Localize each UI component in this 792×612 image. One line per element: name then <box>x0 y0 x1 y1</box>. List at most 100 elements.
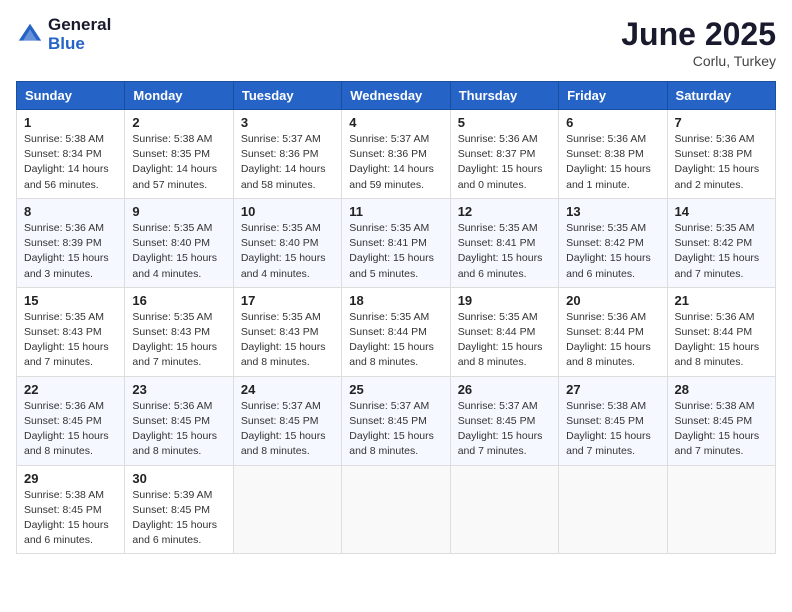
calendar-cell: 28 Sunrise: 5:38 AM Sunset: 8:45 PM Dayl… <box>667 376 775 465</box>
month-title: June 2025 <box>621 16 776 53</box>
sunrise-label: Sunrise: 5:37 AM <box>349 133 429 145</box>
day-info: Sunrise: 5:35 AM Sunset: 8:41 PM Dayligh… <box>458 221 551 282</box>
day-info: Sunrise: 5:36 AM Sunset: 8:44 PM Dayligh… <box>566 310 659 371</box>
sunrise-label: Sunrise: 5:39 AM <box>132 489 212 501</box>
daylight-label: Daylight: 15 hours and 7 minutes. <box>675 252 760 279</box>
calendar-cell: 22 Sunrise: 5:36 AM Sunset: 8:45 PM Dayl… <box>17 376 125 465</box>
calendar-cell: 7 Sunrise: 5:36 AM Sunset: 8:38 PM Dayli… <box>667 110 775 199</box>
weekday-header: Tuesday <box>233 82 341 110</box>
calendar-cell: 3 Sunrise: 5:37 AM Sunset: 8:36 PM Dayli… <box>233 110 341 199</box>
calendar-header: SundayMondayTuesdayWednesdayThursdayFrid… <box>17 82 776 110</box>
daylight-label: Daylight: 15 hours and 8 minutes. <box>349 341 434 368</box>
calendar-cell: 15 Sunrise: 5:35 AM Sunset: 8:43 PM Dayl… <box>17 287 125 376</box>
day-number: 19 <box>458 293 551 308</box>
sunrise-label: Sunrise: 5:35 AM <box>675 222 755 234</box>
sunset-label: Sunset: 8:34 PM <box>24 148 102 160</box>
weekday-header: Sunday <box>17 82 125 110</box>
day-number: 9 <box>132 204 225 219</box>
calendar-cell: 29 Sunrise: 5:38 AM Sunset: 8:45 PM Dayl… <box>17 465 125 554</box>
calendar-body: 1 Sunrise: 5:38 AM Sunset: 8:34 PM Dayli… <box>17 110 776 554</box>
day-info: Sunrise: 5:35 AM Sunset: 8:44 PM Dayligh… <box>349 310 442 371</box>
calendar-cell: 30 Sunrise: 5:39 AM Sunset: 8:45 PM Dayl… <box>125 465 233 554</box>
day-info: Sunrise: 5:35 AM Sunset: 8:42 PM Dayligh… <box>675 221 768 282</box>
calendar-cell: 19 Sunrise: 5:35 AM Sunset: 8:44 PM Dayl… <box>450 287 558 376</box>
calendar-cell: 5 Sunrise: 5:36 AM Sunset: 8:37 PM Dayli… <box>450 110 558 199</box>
sunrise-label: Sunrise: 5:36 AM <box>24 222 104 234</box>
sunrise-label: Sunrise: 5:37 AM <box>241 133 321 145</box>
sunset-label: Sunset: 8:42 PM <box>566 237 644 249</box>
sunset-label: Sunset: 8:43 PM <box>24 326 102 338</box>
sunrise-label: Sunrise: 5:35 AM <box>566 222 646 234</box>
calendar-cell: 27 Sunrise: 5:38 AM Sunset: 8:45 PM Dayl… <box>559 376 667 465</box>
daylight-label: Daylight: 15 hours and 6 minutes. <box>24 519 109 546</box>
day-number: 1 <box>24 115 117 130</box>
sunset-label: Sunset: 8:45 PM <box>566 415 644 427</box>
day-info: Sunrise: 5:38 AM Sunset: 8:45 PM Dayligh… <box>24 488 117 549</box>
daylight-label: Daylight: 15 hours and 3 minutes. <box>24 252 109 279</box>
daylight-label: Daylight: 15 hours and 4 minutes. <box>241 252 326 279</box>
calendar-table: SundayMondayTuesdayWednesdayThursdayFrid… <box>16 81 776 554</box>
sunrise-label: Sunrise: 5:37 AM <box>458 400 538 412</box>
daylight-label: Daylight: 15 hours and 7 minutes. <box>24 341 109 368</box>
calendar-cell: 21 Sunrise: 5:36 AM Sunset: 8:44 PM Dayl… <box>667 287 775 376</box>
day-number: 15 <box>24 293 117 308</box>
sunset-label: Sunset: 8:35 PM <box>132 148 210 160</box>
day-number: 13 <box>566 204 659 219</box>
day-info: Sunrise: 5:38 AM Sunset: 8:35 PM Dayligh… <box>132 132 225 193</box>
day-number: 12 <box>458 204 551 219</box>
sunrise-label: Sunrise: 5:37 AM <box>349 400 429 412</box>
day-info: Sunrise: 5:36 AM Sunset: 8:45 PM Dayligh… <box>24 399 117 460</box>
day-info: Sunrise: 5:35 AM Sunset: 8:44 PM Dayligh… <box>458 310 551 371</box>
daylight-label: Daylight: 14 hours and 58 minutes. <box>241 163 326 190</box>
calendar-cell: 13 Sunrise: 5:35 AM Sunset: 8:42 PM Dayl… <box>559 198 667 287</box>
daylight-label: Daylight: 15 hours and 2 minutes. <box>675 163 760 190</box>
sunrise-label: Sunrise: 5:36 AM <box>566 133 646 145</box>
sunset-label: Sunset: 8:42 PM <box>675 237 753 249</box>
daylight-label: Daylight: 15 hours and 0 minutes. <box>458 163 543 190</box>
sunrise-label: Sunrise: 5:35 AM <box>458 222 538 234</box>
day-number: 14 <box>675 204 768 219</box>
sunset-label: Sunset: 8:44 PM <box>349 326 427 338</box>
sunrise-label: Sunrise: 5:38 AM <box>675 400 755 412</box>
location: Corlu, Turkey <box>621 53 776 69</box>
sunset-label: Sunset: 8:41 PM <box>349 237 427 249</box>
daylight-label: Daylight: 15 hours and 6 minutes. <box>458 252 543 279</box>
daylight-label: Daylight: 15 hours and 1 minute. <box>566 163 651 190</box>
calendar-cell <box>559 465 667 554</box>
day-info: Sunrise: 5:36 AM Sunset: 8:38 PM Dayligh… <box>566 132 659 193</box>
daylight-label: Daylight: 14 hours and 56 minutes. <box>24 163 109 190</box>
calendar-cell <box>450 465 558 554</box>
calendar-cell: 10 Sunrise: 5:35 AM Sunset: 8:40 PM Dayl… <box>233 198 341 287</box>
sunrise-label: Sunrise: 5:36 AM <box>458 133 538 145</box>
sunrise-label: Sunrise: 5:35 AM <box>349 222 429 234</box>
day-number: 2 <box>132 115 225 130</box>
logo-text: General Blue <box>48 16 111 53</box>
sunset-label: Sunset: 8:41 PM <box>458 237 536 249</box>
day-info: Sunrise: 5:35 AM Sunset: 8:42 PM Dayligh… <box>566 221 659 282</box>
daylight-label: Daylight: 15 hours and 8 minutes. <box>675 341 760 368</box>
title-block: June 2025 Corlu, Turkey <box>621 16 776 69</box>
day-number: 26 <box>458 382 551 397</box>
calendar-cell: 14 Sunrise: 5:35 AM Sunset: 8:42 PM Dayl… <box>667 198 775 287</box>
sunrise-label: Sunrise: 5:36 AM <box>24 400 104 412</box>
daylight-label: Daylight: 15 hours and 5 minutes. <box>349 252 434 279</box>
weekday-header: Friday <box>559 82 667 110</box>
daylight-label: Daylight: 15 hours and 6 minutes. <box>566 252 651 279</box>
day-number: 17 <box>241 293 334 308</box>
calendar-week-row: 22 Sunrise: 5:36 AM Sunset: 8:45 PM Dayl… <box>17 376 776 465</box>
daylight-label: Daylight: 15 hours and 6 minutes. <box>132 519 217 546</box>
calendar-cell: 20 Sunrise: 5:36 AM Sunset: 8:44 PM Dayl… <box>559 287 667 376</box>
day-info: Sunrise: 5:35 AM Sunset: 8:43 PM Dayligh… <box>24 310 117 371</box>
day-info: Sunrise: 5:37 AM Sunset: 8:36 PM Dayligh… <box>241 132 334 193</box>
sunset-label: Sunset: 8:45 PM <box>241 415 319 427</box>
sunset-label: Sunset: 8:45 PM <box>24 415 102 427</box>
day-info: Sunrise: 5:39 AM Sunset: 8:45 PM Dayligh… <box>132 488 225 549</box>
daylight-label: Daylight: 15 hours and 8 minutes. <box>132 430 217 457</box>
calendar-week-row: 29 Sunrise: 5:38 AM Sunset: 8:45 PM Dayl… <box>17 465 776 554</box>
calendar-cell: 25 Sunrise: 5:37 AM Sunset: 8:45 PM Dayl… <box>342 376 450 465</box>
sunrise-label: Sunrise: 5:36 AM <box>566 311 646 323</box>
calendar-cell: 17 Sunrise: 5:35 AM Sunset: 8:43 PM Dayl… <box>233 287 341 376</box>
logo-icon <box>16 21 44 49</box>
sunrise-label: Sunrise: 5:35 AM <box>458 311 538 323</box>
day-info: Sunrise: 5:36 AM Sunset: 8:45 PM Dayligh… <box>132 399 225 460</box>
